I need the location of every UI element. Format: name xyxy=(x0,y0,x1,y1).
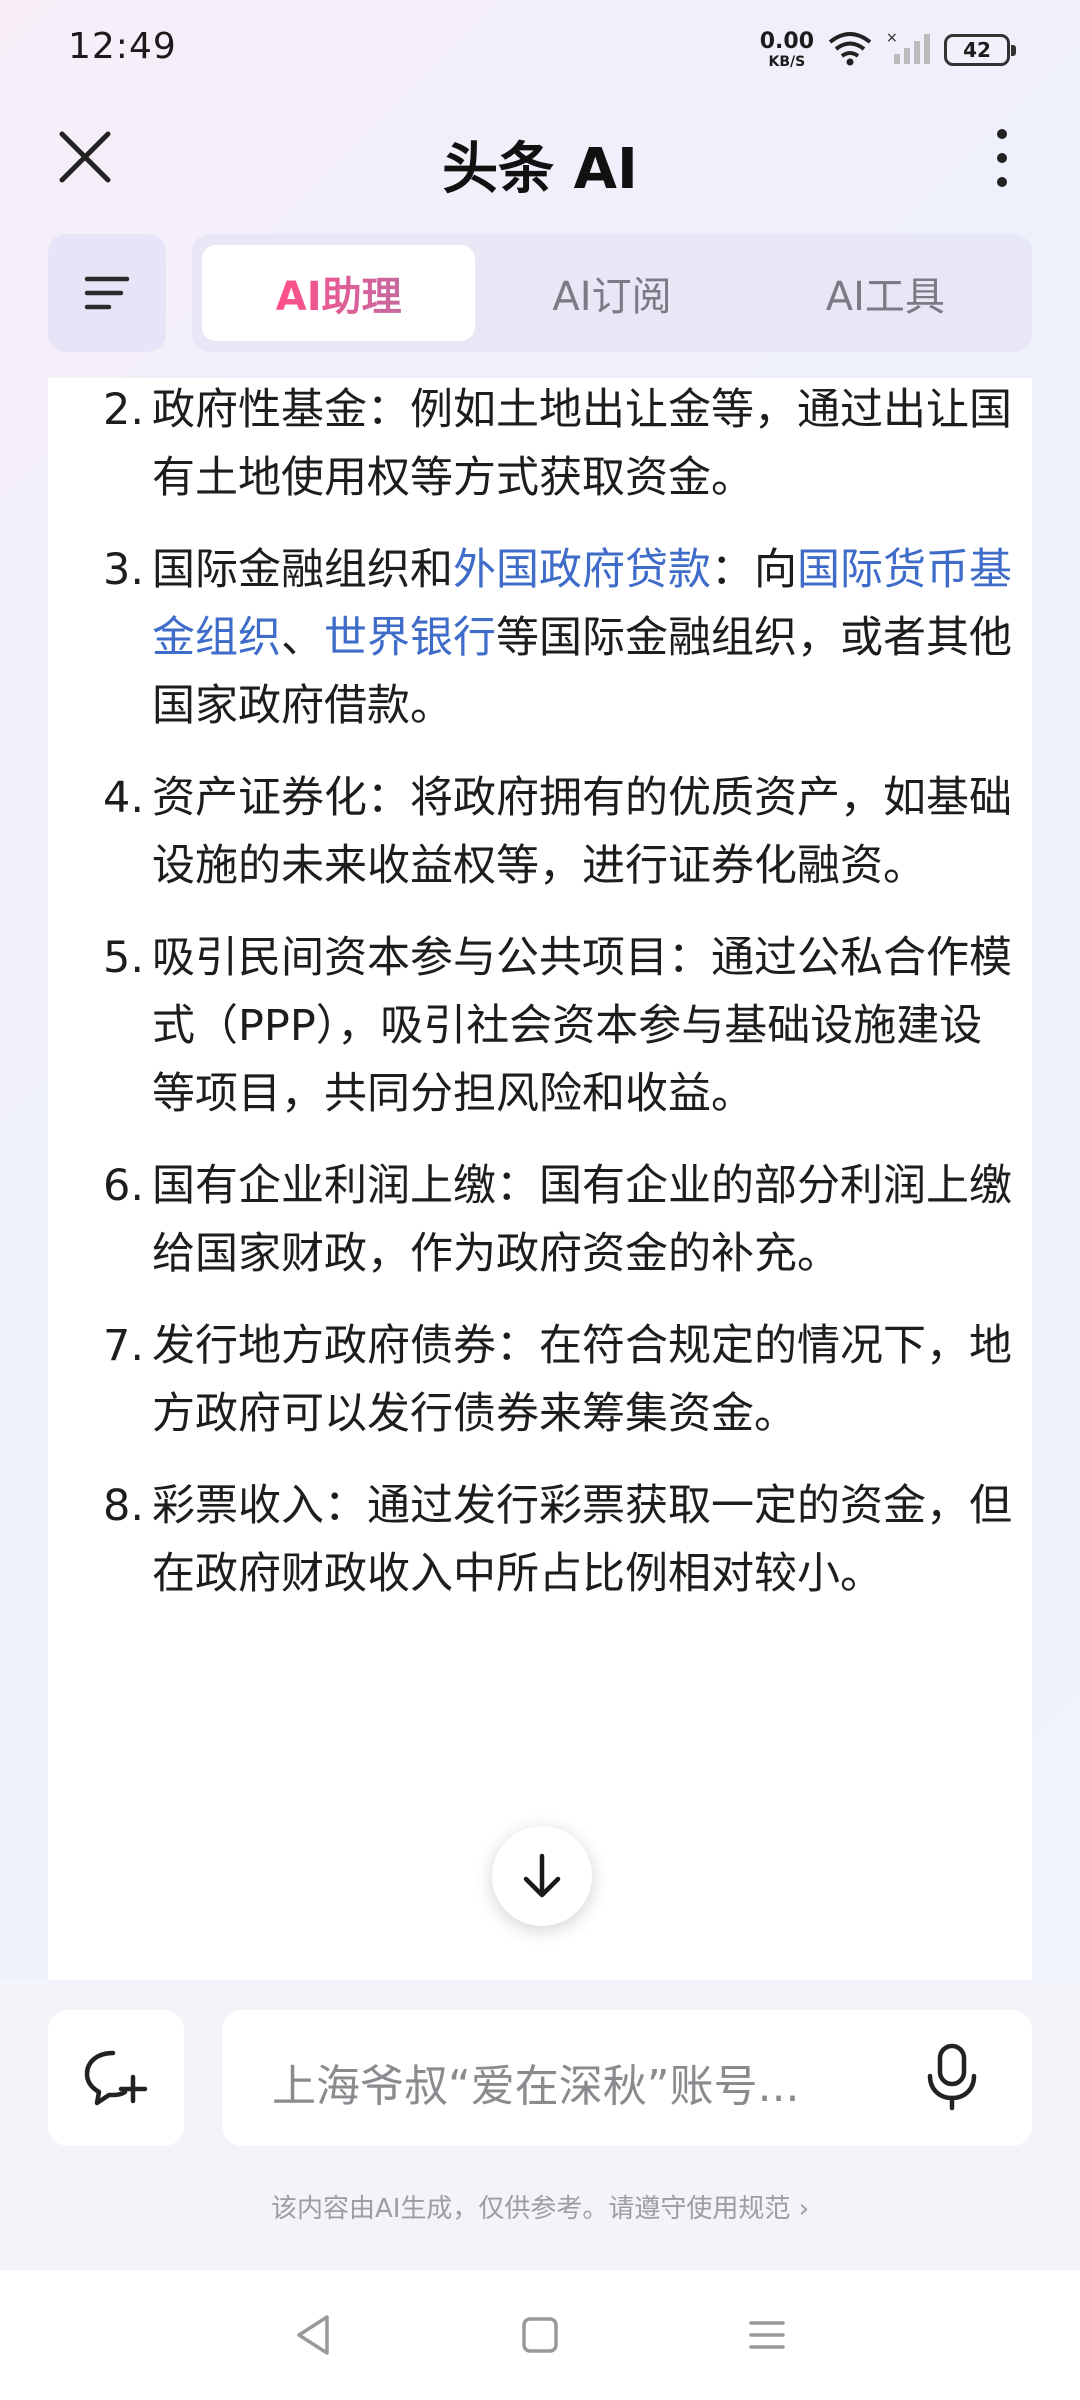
term-link[interactable]: 世界银行 xyxy=(324,613,496,663)
tab-ai-assistant[interactable]: AI助理 xyxy=(202,245,476,341)
list-item-number: 8. xyxy=(102,1481,144,1531)
battery-icon: 42 xyxy=(944,34,1016,66)
list-item: 7. 发行地方政府债券：在符合规定的情况下，地方政府可以发行债券来筹集资金。 xyxy=(48,1312,1032,1448)
tab-ai-subscription[interactable]: AI订阅 xyxy=(475,245,748,341)
list-item: 8. 彩票收入：通过发行彩票获取一定的资金，但在政府财政收入中所占比例相对较小。 xyxy=(48,1472,1032,1608)
list-item-number: 5. xyxy=(102,933,144,983)
text-segment: 资产证券化：将政府拥有的优质资产，如基础设施的未来收益权等，进行证券化融资。 xyxy=(152,773,1012,891)
list-item-text: 国际金融组织和外国政府贷款：向国际货币基金组织、世界银行等国际金融组织，或者其他… xyxy=(152,536,1012,740)
list-item-number: 7. xyxy=(102,1321,144,1371)
new-chat-button[interactable] xyxy=(48,2010,184,2146)
page-title: 头条 AI xyxy=(442,137,638,202)
header: 头条 AI xyxy=(0,100,1080,210)
list-item-text: 吸引民间资本参与公共项目：通过公私合作模式（PPP），吸引社会资本参与基础设施建… xyxy=(152,924,1012,1128)
net-speed: 0.00 KB/S xyxy=(759,29,814,70)
list-item-text: 国有企业利润上缴：国有企业的部分利润上缴给国家财政，作为政府资金的补充。 xyxy=(152,1152,1012,1288)
text-segment: 政府性基金：例如土地出让金等，通过出让国有土地使用权等方式获取资金。 xyxy=(152,385,1012,503)
more-button[interactable] xyxy=(972,118,1032,198)
answer-list: 2. 政府性基金：例如土地出让金等，通过出让国有土地使用权等方式获取资金。 3. 国际… xyxy=(48,378,1032,1632)
list-item-text: 政府性基金：例如土地出让金等，通过出让国有土地使用权等方式获取资金。 xyxy=(152,378,1012,512)
list-item: 3. 国际金融组织和外国政府贷款：向国际货币基金组织、世界银行等国际金融组织，或者… xyxy=(48,536,1032,740)
recents-menu-icon xyxy=(748,2321,785,2349)
text-segment: ：向 xyxy=(711,545,797,595)
battery-level: 42 xyxy=(963,38,991,62)
list-item: 4. 资产证券化：将政府拥有的优质资产，如基础设施的未来收益权等，进行证券化融资。 xyxy=(48,764,1032,900)
more-icon-dot xyxy=(997,129,1007,139)
list-item-text: 资产证券化：将政府拥有的优质资产，如基础设施的未来收益权等，进行证券化融资。 xyxy=(152,764,1012,900)
net-speed-unit: KB/S xyxy=(768,54,806,70)
term-link[interactable]: 外国政府贷款 xyxy=(453,545,711,595)
list-item: 6. 国有企业利润上缴：国有企业的部分利润上缴给国家财政，作为政府资金的补充。 xyxy=(48,1152,1032,1288)
list-item-number: 3. xyxy=(102,545,144,595)
list-item-number: 2. xyxy=(102,385,144,435)
home-square-icon xyxy=(522,2317,558,2353)
arrow-down-icon xyxy=(523,1853,561,1898)
composer-area: 上海爷叔“爱在深秋”账号... 该内容由AI生成，仅供参考。请遵守使用规范 › xyxy=(0,1980,1080,2280)
list-item-text: 发行地方政府债券：在符合规定的情况下，地方政府可以发行债券来筹集资金。 xyxy=(152,1312,1012,1448)
system-nav-bar xyxy=(0,2270,1080,2400)
list-item-text: 彩票收入：通过发行彩票获取一定的资金，但在政府财政收入中所占比例相对较小。 xyxy=(152,1472,1012,1608)
list-item-number: 4. xyxy=(102,773,144,823)
tab-bar: AI助理 AI订阅 AI工具 xyxy=(192,234,1032,352)
scroll-to-bottom-button[interactable] xyxy=(492,1826,592,1926)
list-item: 2. 政府性基金：例如土地出让金等，通过出让国有土地使用权等方式获取资金。 xyxy=(48,378,1032,512)
nav-home-button[interactable] xyxy=(510,2305,570,2365)
wifi-icon xyxy=(828,30,872,70)
tab-ai-tools[interactable]: AI工具 xyxy=(749,245,1022,341)
list-item: 5. 吸引民间资本参与公共项目：通过公私合作模式（PPP），吸引社会资本参与基础设… xyxy=(48,924,1032,1128)
menu-icon xyxy=(84,276,130,310)
status-icons: 0.00 KB/S × 42 xyxy=(759,28,1016,72)
back-triangle-icon xyxy=(297,2315,330,2355)
history-menu-button[interactable] xyxy=(48,234,166,352)
message-input[interactable]: 上海爷叔“爱在深秋”账号... xyxy=(222,2010,1032,2146)
nav-back-button[interactable] xyxy=(283,2305,343,2365)
text-segment: 国有企业利润上缴：国有企业的部分利润上缴给国家财政，作为政府资金的补充。 xyxy=(152,1161,1012,1279)
signal-icon: × xyxy=(886,30,930,70)
text-segment: 国际金融组织和 xyxy=(152,545,453,595)
microphone-icon[interactable] xyxy=(922,2042,982,2112)
new-chat-icon xyxy=(84,2050,148,2106)
nav-menu-button[interactable] xyxy=(737,2305,797,2365)
status-bar: 12:49 0.00 KB/S × 42 xyxy=(0,0,1080,100)
message-input-placeholder: 上海爷叔“爱在深秋”账号... xyxy=(272,2061,800,2112)
more-icon-dot xyxy=(997,153,1007,163)
status-time: 12:49 xyxy=(68,26,177,67)
list-item-number: 6. xyxy=(102,1161,144,1211)
chat-content[interactable]: 2. 政府性基金：例如土地出让金等，通过出让国有土地使用权等方式获取资金。 3. 国际… xyxy=(48,378,1032,1980)
text-segment: 吸引民间资本参与公共项目：通过公私合作模式（PPP），吸引社会资本参与基础设施建… xyxy=(152,933,1012,1119)
text-segment: 、 xyxy=(281,613,324,663)
ai-disclaimer-link[interactable]: 该内容由AI生成，仅供参考。请遵守使用规范 › xyxy=(0,2188,1080,2225)
text-segment: 彩票收入：通过发行彩票获取一定的资金，但在政府财政收入中所占比例相对较小。 xyxy=(152,1481,1012,1599)
net-speed-value: 0.00 xyxy=(759,29,814,54)
svg-text:×: × xyxy=(886,30,898,46)
more-icon-dot xyxy=(997,177,1007,187)
text-segment: 发行地方政府债券：在符合规定的情况下，地方政府可以发行债券来筹集资金。 xyxy=(152,1321,1012,1439)
